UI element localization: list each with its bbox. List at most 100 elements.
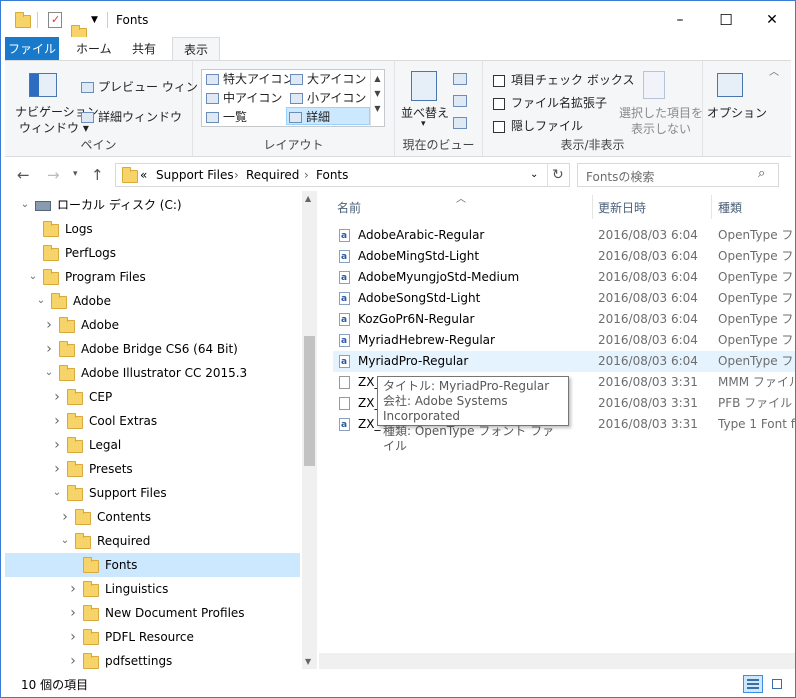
chevron-right-icon[interactable]: › — [67, 649, 79, 673]
file-row[interactable]: MyriadPro-Regular 2016/08/03 6:04 OpenType… — [333, 351, 795, 373]
content-hscrollbar[interactable] — [319, 653, 795, 669]
file-row[interactable]: KozGoPr6N-Regular 2016/08/03 6:04 OpenType… — [333, 309, 795, 331]
layout-extra-large-icons[interactable]: 特大アイコン — [204, 70, 294, 88]
address-dropdown-icon[interactable]: ⌄ — [530, 169, 538, 180]
column-header-name[interactable]: 名前 — [337, 199, 361, 216]
tree-item[interactable]: PerfLogs — [5, 241, 300, 265]
tree-item[interactable]: › Contents — [5, 505, 300, 529]
details-pane-button[interactable]: 詳細ウィンドウ — [81, 108, 182, 125]
tree-item[interactable]: ⌄ Program Files — [5, 265, 300, 289]
chevron-down-icon[interactable]: ⌄ — [43, 361, 55, 385]
size-columns-icon[interactable] — [453, 117, 467, 129]
breadcrumb-separator-icon[interactable]: › — [234, 168, 239, 182]
breadcrumb-fonts[interactable]: Fonts — [316, 168, 348, 182]
tab-home[interactable]: ホーム — [65, 37, 123, 61]
column-header-date[interactable]: 更新日時 — [598, 199, 646, 216]
tree-item[interactable]: ⌄ Support Files — [5, 481, 300, 505]
nav-scroll-thumb[interactable] — [304, 336, 315, 466]
quick-access-dropdown-icon[interactable]: ▼ — [91, 15, 98, 33]
tree-item[interactable]: › Adobe Bridge CS6 (64 Bit) — [5, 337, 300, 361]
tree-item[interactable]: › Adobe — [5, 313, 300, 337]
chevron-right-icon[interactable]: › — [51, 385, 63, 409]
scroll-up-icon[interactable]: ▲ — [305, 194, 311, 203]
file-row[interactable]: AdobeMingStd-Light 2016/08/03 6:04 OpenTyp… — [333, 246, 795, 268]
tree-item[interactable]: › Presets — [5, 457, 300, 481]
chevron-right-icon[interactable]: › — [51, 409, 63, 433]
sort-icon[interactable] — [411, 71, 437, 101]
chevron-down-icon[interactable]: ⌄ — [19, 193, 31, 217]
tree-item[interactable]: › PDFL Resource — [5, 625, 300, 649]
item-checkbox-box[interactable] — [493, 74, 505, 87]
gallery-more-icon[interactable]: ▼ — [371, 104, 384, 113]
file-row[interactable]: AdobeMyungjoStd-Medium 2016/08/03 6:04 Ope… — [333, 267, 795, 289]
breadcrumb-support-files[interactable]: Support Files — [156, 168, 234, 182]
address-bar[interactable]: « Support Files › Required › Fonts ⌄ ↻ — [115, 163, 570, 187]
column-header-type[interactable]: 種類 — [718, 199, 742, 216]
tree-item[interactable]: ⌄ Adobe — [5, 289, 300, 313]
hidden-files-toggle[interactable]: 隠しファイル — [493, 117, 583, 134]
file-ext-box[interactable] — [493, 97, 505, 110]
refresh-icon[interactable]: ↻ — [552, 167, 564, 183]
navigation-pane-label[interactable]: ウィンドウ ▾ — [19, 119, 89, 136]
tree-item[interactable]: Fonts — [5, 553, 300, 577]
up-arrow-icon[interactable]: ↑ — [91, 166, 104, 184]
properties-icon[interactable]: ✓ — [48, 12, 62, 28]
options-button[interactable]: オプション — [707, 104, 767, 121]
tree-item[interactable]: ⌄ ローカル ディスク (C:) — [5, 193, 300, 217]
gallery-up-icon[interactable]: ▲ — [371, 74, 384, 83]
search-icon[interactable]: ⌕ — [758, 166, 765, 181]
tree-item[interactable]: › Legal — [5, 433, 300, 457]
help-chevron-icon[interactable]: ︿ — [769, 63, 779, 78]
tree-item[interactable]: › CEP — [5, 385, 300, 409]
chevron-right-icon[interactable]: › — [51, 457, 63, 481]
file-row[interactable]: AdobeSongStd-Light 2016/08/03 6:04 OpenTyp… — [333, 288, 795, 310]
group-by-icon[interactable] — [453, 73, 467, 85]
minimize-button[interactable]: – — [657, 1, 703, 39]
layout-large-icons[interactable]: 大アイコン — [288, 70, 366, 88]
hidden-files-box[interactable] — [493, 120, 505, 133]
gallery-down-icon[interactable]: ▼ — [371, 89, 384, 98]
tab-view[interactable]: 表示 — [172, 37, 221, 61]
tree-item[interactable]: ⌄ Required — [5, 529, 300, 553]
chevron-down-icon[interactable]: ⌄ — [35, 289, 47, 313]
file-row[interactable]: MyriadHebrew-Regular 2016/08/03 6:04 OpenT… — [333, 330, 795, 352]
details-view-icon[interactable] — [743, 675, 763, 693]
tree-item[interactable]: ⌄ Adobe Illustrator CC 2015.3 — [5, 361, 300, 385]
chevron-down-icon[interactable]: ⌄ — [59, 529, 71, 553]
breadcrumb-overflow[interactable]: « — [140, 168, 147, 182]
navigation-pane-icon[interactable] — [29, 73, 57, 97]
sort-dropdown-icon[interactable]: ▾ — [421, 119, 426, 129]
breadcrumb-required[interactable]: Required — [246, 168, 299, 182]
chevron-right-icon[interactable]: › — [51, 433, 63, 457]
layout-details[interactable]: 詳細 — [286, 107, 370, 125]
back-arrow-icon[interactable]: ← — [17, 166, 30, 184]
file-row[interactable]: AdobeArabic-Regular 2016/08/03 6:04 OpenTy… — [333, 225, 795, 247]
layout-list[interactable]: 一覧 — [204, 108, 247, 126]
layout-gallery-scroll[interactable]: ▲ ▼ ▼ — [370, 70, 384, 126]
layout-medium-icons[interactable]: 中アイコン — [204, 89, 282, 107]
tree-item[interactable]: Logs — [5, 217, 300, 241]
tab-share[interactable]: 共有 — [121, 37, 167, 61]
folder-icon[interactable] — [15, 12, 31, 28]
item-checkbox-toggle[interactable]: 項目チェック ボックス — [493, 71, 634, 88]
chevron-right-icon[interactable]: › — [43, 313, 55, 337]
file-ext-toggle[interactable]: ファイル名拡張子 — [493, 94, 607, 111]
chevron-right-icon[interactable]: › — [67, 577, 79, 601]
recent-dropdown-icon[interactable]: ▾ — [73, 169, 78, 179]
chevron-down-icon[interactable]: ⌄ — [51, 481, 63, 505]
nav-scrollbar[interactable]: ▲ ▼ — [302, 191, 317, 669]
add-columns-icon[interactable] — [453, 95, 467, 107]
tree-item[interactable]: › Cool Extras — [5, 409, 300, 433]
maximize-button[interactable]: ☐ — [703, 1, 749, 39]
chevron-right-icon[interactable]: › — [43, 337, 55, 361]
large-icons-view-icon[interactable] — [767, 675, 787, 693]
chevron-down-icon[interactable]: ⌄ — [27, 265, 39, 289]
breadcrumb-separator-icon[interactable]: › — [304, 168, 309, 182]
close-button[interactable]: ✕ — [749, 1, 795, 39]
chevron-right-icon[interactable]: › — [67, 601, 79, 625]
scroll-down-icon[interactable]: ▼ — [305, 657, 311, 666]
chevron-right-icon[interactable]: › — [67, 625, 79, 649]
column-separator[interactable] — [711, 195, 712, 219]
search-box[interactable]: Fontsの検索 ⌕ — [577, 163, 779, 187]
forward-arrow-icon[interactable]: → — [47, 166, 60, 184]
